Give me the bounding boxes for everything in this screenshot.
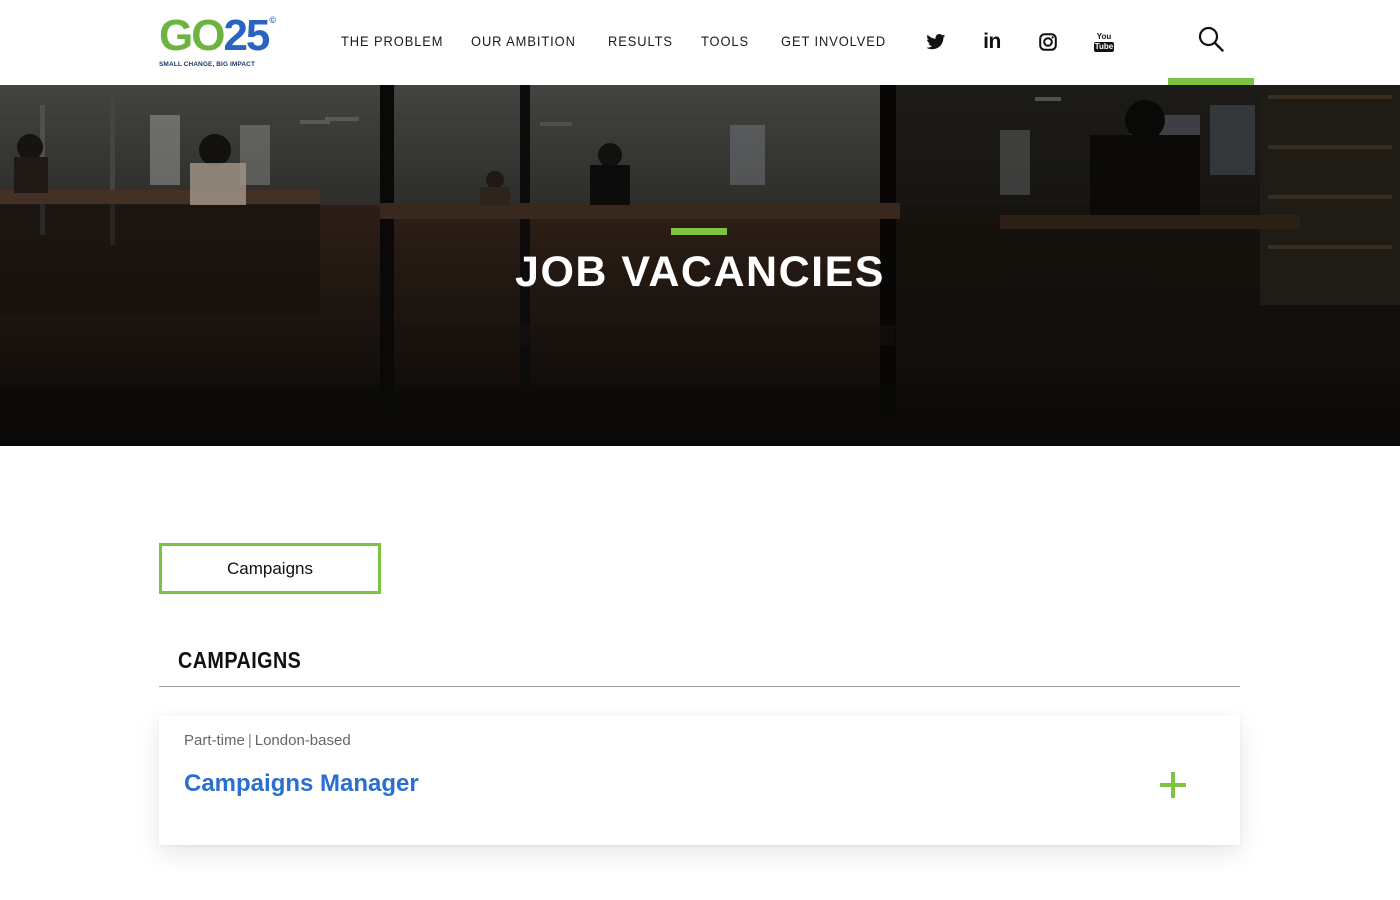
- logo-tagline: SMALL CHANGE, BIG IMPACT: [159, 61, 256, 68]
- filter-campaigns-button[interactable]: Campaigns: [159, 543, 381, 594]
- section-divider: [159, 686, 1240, 687]
- hero-accent-bar: [671, 228, 727, 235]
- youtube-glyph: You Tube: [1093, 31, 1115, 52]
- go25-logo[interactable]: GO 25 © SMALL CHANGE, BIG IMPACT: [159, 11, 276, 72]
- nav-item-tools[interactable]: TOOLS: [701, 33, 749, 49]
- site-header: GO 25 © SMALL CHANGE, BIG IMPACT THE PROBL…: [0, 0, 1400, 85]
- search-button[interactable]: [1168, 0, 1254, 85]
- linkedin-icon[interactable]: in: [980, 30, 1004, 54]
- logo-25: 25: [223, 11, 270, 60]
- nav-item-our-ambition[interactable]: OUR AMBITION: [471, 33, 576, 49]
- nav-item-the-problem[interactable]: THE PROBLEM: [341, 33, 443, 49]
- hero-banner: JOB VACANCIES: [0, 85, 1400, 446]
- youtube-text-bottom: Tube: [1093, 41, 1115, 52]
- logo-go: GO: [159, 11, 225, 60]
- search-icon: [1198, 26, 1224, 52]
- twitter-bird-glyph: [926, 34, 946, 50]
- section-title-campaigns: CAMPAIGNS: [178, 647, 302, 673]
- job-type: Part-time: [184, 732, 245, 749]
- search-active-indicator: [1168, 78, 1254, 85]
- job-card[interactable]: Part-time | London-based Campaigns Manager: [159, 716, 1240, 845]
- logo-copyright-mark: ©: [269, 15, 275, 25]
- job-meta: Part-time | London-based: [184, 732, 351, 749]
- page-title: JOB VACANCIES: [515, 248, 885, 296]
- youtube-icon[interactable]: You Tube: [1092, 30, 1116, 54]
- nav-item-get-involved[interactable]: GET INVOLVED: [781, 33, 886, 49]
- job-meta-separator: |: [247, 732, 252, 749]
- linkedin-glyph: in: [983, 30, 1001, 53]
- youtube-text-top: You: [1096, 31, 1112, 41]
- logo-wordmark: GO 25 ©: [159, 11, 276, 60]
- job-title[interactable]: Campaigns Manager: [184, 770, 419, 798]
- nav-item-results[interactable]: RESULTS: [608, 33, 673, 49]
- twitter-icon[interactable]: [924, 30, 948, 54]
- instagram-camera-glyph: [1039, 33, 1057, 51]
- plus-icon[interactable]: [1160, 772, 1186, 798]
- instagram-icon[interactable]: [1036, 30, 1060, 54]
- job-location: London-based: [254, 732, 351, 749]
